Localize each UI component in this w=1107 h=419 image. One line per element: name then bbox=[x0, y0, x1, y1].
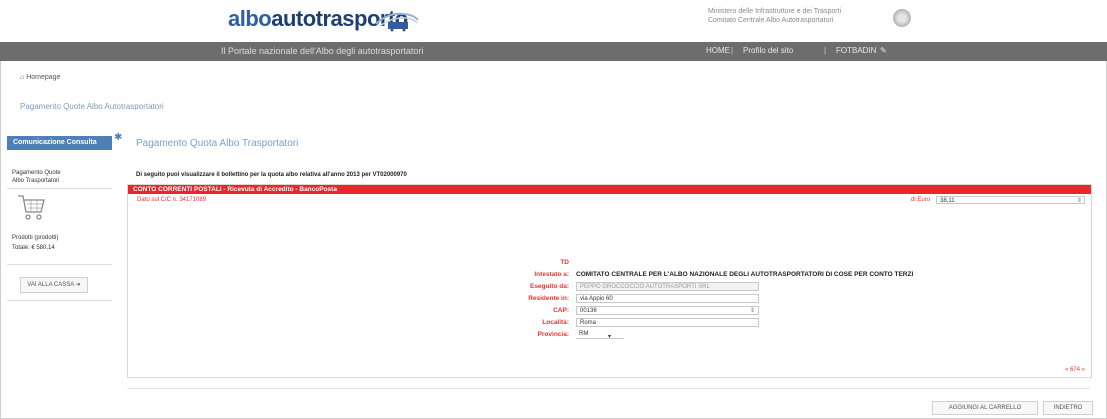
site-header: alboautotrasporto Ministero delle Infras… bbox=[0, 0, 1107, 42]
intestato-label: Intestato a: bbox=[534, 271, 569, 278]
add-to-cart-button[interactable]: AGGIUNGI AL CARRELLO bbox=[932, 401, 1038, 415]
postal-slip-panel: CONTO CORRENTI POSTALI - Ricevuta di Acc… bbox=[127, 184, 1092, 378]
eseguito-field[interactable]: PEPPO GROCCOCCIO AUTOTRASPORTI SRL bbox=[576, 282, 759, 291]
cap-value: 00136 bbox=[580, 308, 597, 314]
cap-field[interactable]: 00136 ⇕ bbox=[576, 306, 759, 315]
sidebar-tab[interactable]: Comunicazione Consulta bbox=[7, 136, 112, 150]
notice-text: Di seguito puoi visualizzare il bolletti… bbox=[136, 172, 407, 178]
breadcrumb-link[interactable]: Pagamento Quote Albo Autotrasportatori bbox=[20, 102, 164, 111]
menu-separator: | bbox=[731, 46, 734, 55]
sidebar-divider bbox=[7, 188, 112, 189]
account-number-text: Dato sul C/C n. 34171089 bbox=[137, 197, 207, 203]
home-icon: ⌂ bbox=[20, 74, 25, 81]
stepper-icon[interactable]: ⇕ bbox=[1077, 197, 1082, 205]
pagination[interactable]: « 674 » bbox=[1065, 367, 1085, 373]
sidebar-item-line2[interactable]: Albo Trasportatori bbox=[12, 177, 59, 185]
menu-user[interactable]: FOTBADIN bbox=[836, 46, 876, 55]
ministry-text: Ministero delle Infrastrutture e dei Tra… bbox=[708, 7, 888, 25]
localita-label: Località: bbox=[542, 319, 569, 326]
back-button[interactable]: INDIETRO bbox=[1043, 401, 1093, 415]
checkout-button[interactable]: VAI ALLA CASSA ➜ bbox=[20, 277, 88, 293]
stepper-icon[interactable]: ⇕ bbox=[750, 307, 755, 314]
euro-label: di Euro bbox=[911, 197, 931, 203]
sidebar-item-line1[interactable]: Pagamento Quote bbox=[12, 169, 61, 177]
ministry-line-1: Ministero delle Infrastrutture e dei Tra… bbox=[708, 8, 842, 15]
menu-home[interactable]: HOME bbox=[706, 46, 730, 55]
eseguito-label: Eseguito da: bbox=[529, 283, 569, 290]
localita-field[interactable]: Roma bbox=[576, 318, 759, 327]
sidebar-divider bbox=[7, 300, 112, 301]
ministry-line-2: Comitato Centrale Albo Autotrasportatori bbox=[708, 17, 834, 24]
menu-separator: | bbox=[824, 46, 827, 55]
breadcrumb: ⌂ Homepage bbox=[20, 74, 60, 81]
intestato-value: COMITATO CENTRALE PER L'ALBO NAZIONALE D… bbox=[576, 271, 914, 278]
provincia-label: Provincia: bbox=[537, 331, 569, 338]
star-icon: ✱ bbox=[114, 132, 123, 143]
cart-products-count: Prodotti (prodotti) bbox=[12, 235, 59, 241]
republic-emblem-icon bbox=[893, 9, 911, 27]
cap-label: CAP: bbox=[553, 307, 569, 314]
cart-total: Totale: € 580,14 bbox=[12, 245, 55, 251]
td-label: TD bbox=[560, 259, 569, 266]
euro-amount-value: 38,11 bbox=[940, 198, 955, 204]
arrow-right-icon: ➜ bbox=[75, 282, 81, 288]
breadcrumb-home[interactable]: Homepage bbox=[26, 74, 60, 81]
content-divider bbox=[127, 388, 1090, 389]
shopping-cart-icon bbox=[18, 195, 45, 220]
portal-tagline: Il Portale nazionale dell'Albo degli aut… bbox=[221, 46, 424, 56]
residente-label: Residente in: bbox=[528, 295, 569, 302]
page-title: Pagamento Quota Albo Trasportatori bbox=[136, 138, 299, 149]
euro-amount-field[interactable]: 38,11 ⇕ bbox=[936, 196, 1085, 204]
sidebar-divider bbox=[7, 264, 112, 265]
checkout-button-label: VAI ALLA CASSA bbox=[27, 282, 74, 288]
provincia-select[interactable]: RM bbox=[576, 330, 624, 339]
logo-text-part1: albo bbox=[228, 6, 272, 31]
panel-header: CONTO CORRENTI POSTALI - Ricevuta di Acc… bbox=[128, 185, 1091, 194]
top-navigation-bar: Il Portale nazionale dell'Albo degli aut… bbox=[0, 42, 1107, 61]
menu-profile[interactable]: Profilo del sito bbox=[743, 46, 793, 55]
residente-field[interactable]: via Appio 60 bbox=[576, 294, 759, 303]
chevron-down-icon[interactable]: ▾ bbox=[608, 333, 611, 340]
edit-pencil-icon[interactable]: ✎ bbox=[880, 46, 887, 55]
truck-logo-icon bbox=[375, 12, 419, 32]
